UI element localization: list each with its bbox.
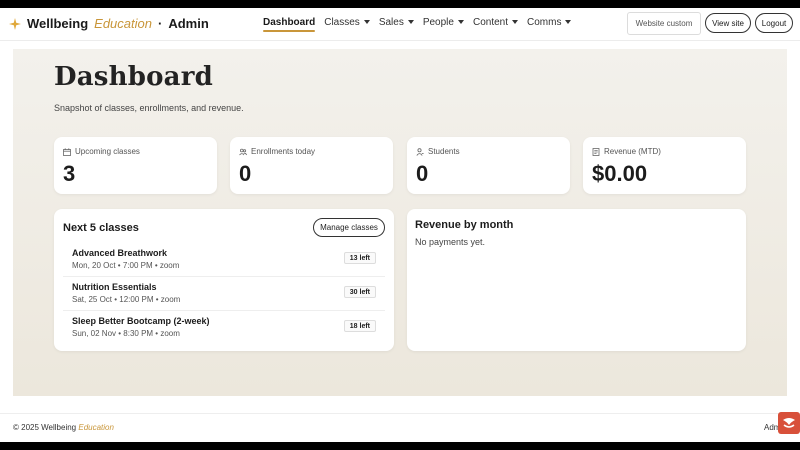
stat-value: 0 bbox=[416, 161, 429, 186]
stat-label: Upcoming classes bbox=[75, 147, 140, 156]
app-window: Wellbeing Education · Admin Dashboard Cl… bbox=[0, 8, 800, 442]
brand-accent: Education bbox=[94, 16, 152, 31]
logout-button[interactable]: Logout bbox=[755, 13, 793, 33]
main-nav: Dashboard Classes Sales People Content C… bbox=[263, 17, 580, 32]
receipt-icon bbox=[592, 147, 600, 156]
nav-comms[interactable]: Comms bbox=[527, 17, 572, 32]
brand-suffix: Admin bbox=[168, 16, 209, 31]
dashboard-main: Dashboard Snapshot of classes, enrollmen… bbox=[13, 49, 787, 396]
nav-sales[interactable]: Sales bbox=[379, 17, 414, 32]
class-meta: Mon, 20 Oct • 7:00 PM • zoom bbox=[72, 261, 180, 270]
page-subtitle: Snapshot of classes, enrollments, and re… bbox=[54, 103, 244, 113]
brand-name: Wellbeing bbox=[27, 16, 89, 31]
revenue-by-month-card: Revenue by month No payments yet. bbox=[407, 209, 746, 351]
seats-left-badge: 18 left bbox=[343, 320, 376, 332]
chevron-down-icon bbox=[512, 20, 518, 24]
stat-revenue-mtd: Revenue (MTD) $0.00 bbox=[583, 137, 746, 194]
calendar-icon bbox=[63, 147, 71, 156]
revenue-heading: Revenue by month bbox=[415, 219, 514, 231]
sun-logo-icon bbox=[9, 17, 21, 30]
seats-left-badge: 13 left bbox=[343, 252, 376, 264]
stat-value: $0.00 bbox=[592, 161, 648, 186]
brand-logo[interactable]: Wellbeing Education · Admin bbox=[9, 16, 209, 31]
user-icon bbox=[416, 147, 424, 156]
revenue-empty-message: No payments yet. bbox=[415, 237, 486, 247]
seats-left-badge: 30 left bbox=[343, 286, 376, 298]
website-custom-button[interactable]: Website custom bbox=[627, 12, 701, 35]
class-row[interactable]: Advanced Breathwork Mon, 20 Oct • 7:00 P… bbox=[63, 243, 385, 277]
chevron-down-icon bbox=[565, 20, 572, 24]
nav-content[interactable]: Content bbox=[473, 17, 518, 32]
users-icon bbox=[239, 148, 247, 155]
footer: © 2025 Wellbeing Education Adm bbox=[0, 413, 800, 442]
nav-classes[interactable]: Classes bbox=[324, 17, 370, 32]
nav-dashboard[interactable]: Dashboard bbox=[263, 17, 316, 32]
stat-label: Students bbox=[428, 147, 460, 156]
class-row[interactable]: Sleep Better Bootcamp (2-week) Sun, 02 N… bbox=[63, 311, 385, 345]
chevron-down-icon bbox=[407, 20, 414, 24]
chevron-down-icon bbox=[457, 20, 464, 24]
class-title: Nutrition Essentials bbox=[72, 282, 157, 292]
class-title: Advanced Breathwork bbox=[72, 248, 168, 258]
manage-classes-button[interactable]: Manage classes bbox=[313, 218, 385, 237]
stat-upcoming-classes: Upcoming classes 3 bbox=[54, 137, 217, 194]
next-classes-card: Next 5 classes Manage classes Advanced B… bbox=[54, 209, 394, 351]
class-title: Sleep Better Bootcamp (2-week) bbox=[72, 316, 210, 326]
chevron-down-icon bbox=[363, 20, 370, 24]
view-site-button[interactable]: View site bbox=[705, 13, 751, 33]
class-row[interactable]: Nutrition Essentials Sat, 25 Oct • 12:00… bbox=[63, 277, 385, 311]
stat-value: 3 bbox=[63, 161, 76, 186]
corner-widget-icon[interactable] bbox=[778, 412, 800, 434]
stat-label: Revenue (MTD) bbox=[604, 147, 661, 156]
top-navbar: Wellbeing Education · Admin Dashboard Cl… bbox=[0, 8, 800, 41]
nav-people[interactable]: People bbox=[423, 17, 464, 32]
brand-separator: · bbox=[157, 16, 163, 31]
footer-copyright: © 2025 Wellbeing Education bbox=[13, 423, 114, 432]
next-classes-heading: Next 5 classes bbox=[63, 222, 139, 234]
stat-label: Enrollments today bbox=[251, 147, 316, 156]
stat-value: 0 bbox=[239, 161, 252, 186]
stat-students: Students 0 bbox=[407, 137, 570, 194]
page-title: Dashboard bbox=[54, 62, 213, 92]
class-meta: Sat, 25 Oct • 12:00 PM • zoom bbox=[72, 295, 181, 304]
stat-enrollments-today: Enrollments today 0 bbox=[230, 137, 393, 194]
class-meta: Sun, 02 Nov • 8:30 PM • zoom bbox=[72, 329, 180, 338]
